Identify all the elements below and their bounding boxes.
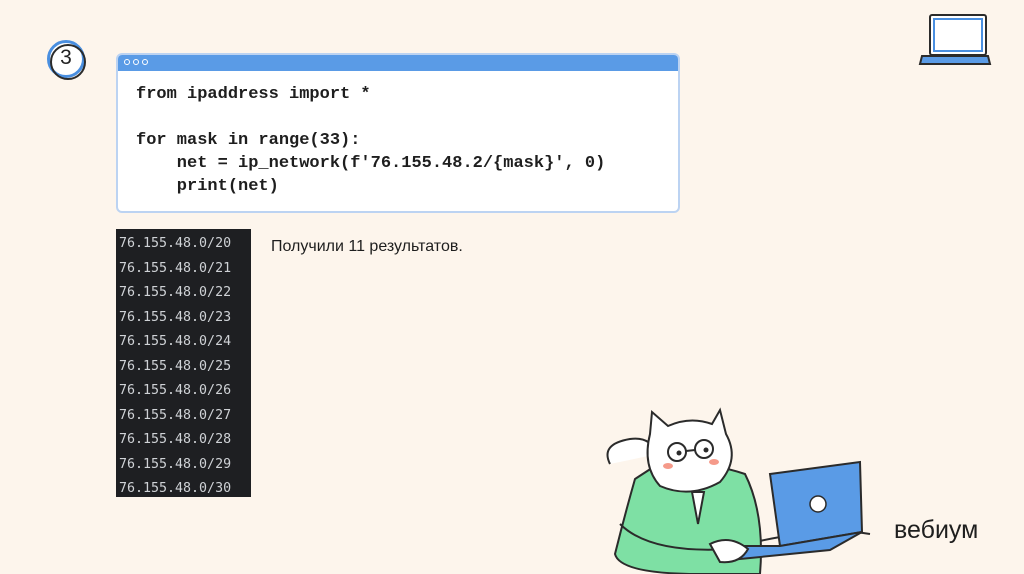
code-line: for mask in range(33): <box>136 131 361 150</box>
terminal-line: 76.155.48.0/29 <box>119 456 232 472</box>
terminal-line: 76.155.48.0/24 <box>119 334 232 349</box>
result-text: Получили 11 результатов. <box>271 238 463 255</box>
brand-logo-text: вебиум <box>894 516 979 544</box>
terminal-line: 76.155.48.0/27 <box>119 407 232 423</box>
code-line: print(net) <box>136 177 279 196</box>
cat-with-laptop-illustration <box>606 407 871 574</box>
code-line: from ipaddress import * <box>136 85 371 104</box>
step-number: 3 <box>60 46 72 69</box>
window-dot-icon <box>124 59 130 65</box>
terminal-output: 76.155.48.0/20 76.155.48.0/21 76.155.48.… <box>116 229 251 497</box>
code-line: net = ip_network(f'76.155.48.2/{mask}', … <box>136 154 606 173</box>
terminal-line: 76.155.48.0/23 <box>119 309 232 325</box>
terminal-line: 76.155.48.0/20 <box>119 236 232 251</box>
window-controls <box>124 59 148 65</box>
terminal-line: 76.155.48.0/22 <box>119 285 232 300</box>
terminal-line: 76.155.48.0/30 <box>119 481 232 496</box>
code-block: from ipaddress import * for mask in rang… <box>118 71 678 198</box>
laptop-icon <box>918 14 992 65</box>
step-badge: 3 <box>47 40 87 80</box>
terminal-line: 76.155.48.0/28 <box>119 432 232 447</box>
terminal-line: 76.155.48.0/25 <box>119 358 232 374</box>
terminal-line: 76.155.48.0/21 <box>119 260 232 276</box>
terminal-line: 76.155.48.0/26 <box>119 383 232 398</box>
window-dot-icon <box>142 59 148 65</box>
window-dot-icon <box>133 59 139 65</box>
code-window: from ipaddress import * for mask in rang… <box>116 53 680 213</box>
code-window-titlebar <box>118 55 678 71</box>
